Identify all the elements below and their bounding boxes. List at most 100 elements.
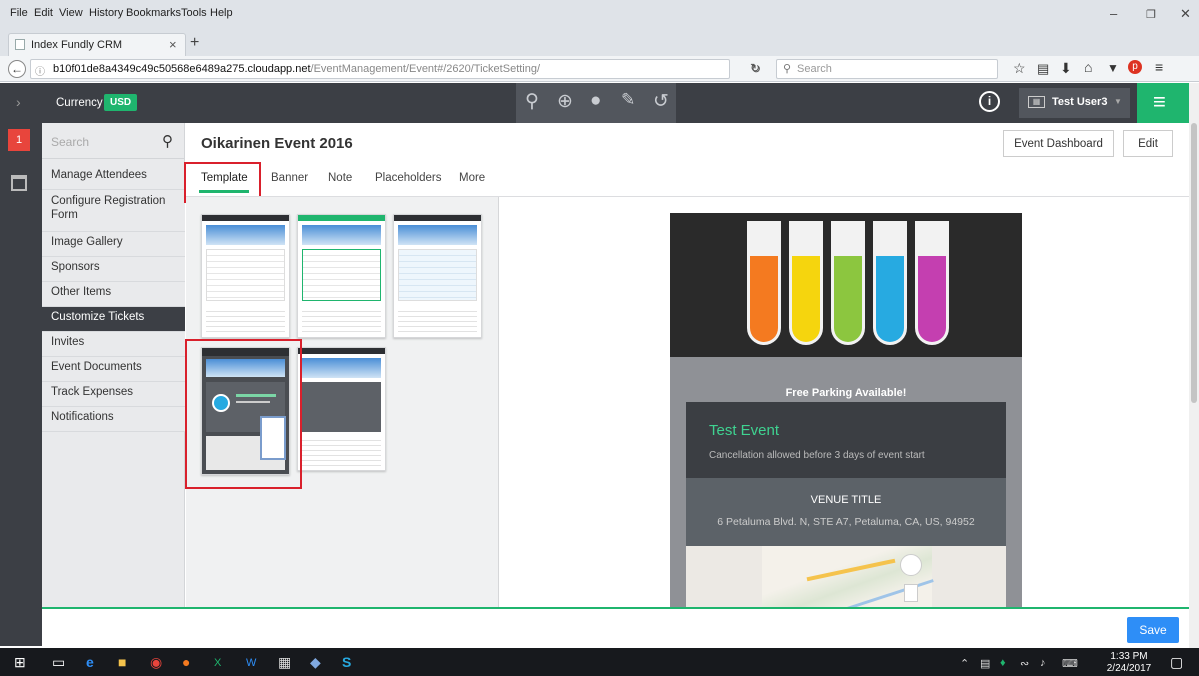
thumb-header [394,215,481,221]
minimize-icon[interactable]: – [1110,6,1117,21]
event-dashboard-button[interactable]: Event Dashboard [1003,130,1114,157]
bookmark-star-icon[interactable]: ☆ [1013,60,1026,77]
action-center-icon[interactable]: ▢ [1170,654,1183,671]
scrollbar-thumb[interactable] [1191,123,1197,403]
reload-icon[interactable]: ↻ [750,61,760,75]
notification-badge[interactable]: 1 [8,129,30,151]
browser-search-field[interactable]: ⚲ Search [776,59,998,79]
main-menu-button[interactable]: ≡ [1137,83,1189,123]
reading-list-icon[interactable]: ▤ [1037,61,1049,77]
music-app-icon[interactable]: ◉ [150,654,162,671]
download-icon[interactable]: ⬇ [1060,60,1072,77]
sidebar-item-track-expenses[interactable]: Track Expenses [42,382,185,407]
skype-icon[interactable]: S [342,654,351,670]
preview-banner [670,213,1022,357]
tab-placeholders[interactable]: Placeholders [375,172,441,184]
calendar-icon[interactable] [11,175,27,191]
map-pan-control[interactable] [900,554,922,576]
info-icon[interactable]: ⓘ [35,63,45,78]
tab-more[interactable]: More [459,172,485,184]
preview-event-card: Test Event Cancellation allowed before 3… [686,402,1006,478]
sidebar-item-configure-registration-form[interactable]: Configure Registration Form [42,190,185,232]
sidebar-search[interactable]: Search ⚲ [42,129,185,159]
history-icon[interactable]: ↺ [653,90,669,113]
test-tube-1 [747,221,781,345]
task-view-icon[interactable]: ▭ [52,654,65,671]
network-icon[interactable]: ▤ [980,657,990,670]
clock-time[interactable]: 1:33 PM [1104,651,1154,662]
excel-icon[interactable]: X [214,657,221,669]
windows-start-icon[interactable]: ⊞ [14,654,26,671]
tab-note[interactable]: Note [328,172,352,184]
tray-app-icon[interactable]: ♦ [1000,657,1006,669]
word-icon[interactable]: W [246,657,256,669]
menu-file[interactable]: File [10,7,28,19]
wifi-icon[interactable]: ∾ [1020,657,1029,670]
sidebar-item-other-items[interactable]: Other Items [42,282,185,307]
thumb-details [302,307,381,333]
edit-button[interactable]: Edit [1123,130,1173,157]
close-window-icon[interactable]: ✕ [1180,6,1191,22]
sidebar-item-event-documents[interactable]: Event Documents [42,357,185,382]
edge-icon[interactable]: e [86,654,94,670]
currency-badge[interactable]: USD [104,94,138,111]
sidebar-item-manage-attendees[interactable]: Manage Attendees [42,165,185,190]
ticket-icon[interactable]: ✎ [621,90,635,110]
hamburger-icon: ≡ [1153,89,1166,114]
home-icon[interactable]: ⌂ [1084,59,1092,75]
close-tab-icon[interactable]: × [169,37,177,52]
tube-liquid [876,256,904,342]
sidebar-item-customize-tickets[interactable]: Customize Tickets [42,307,185,332]
tray-chevron-icon[interactable]: ⌃ [960,657,969,670]
add-circle-icon[interactable]: ⊕ [557,90,573,113]
user-menu[interactable]: ▦ Test User3 ▼ [1019,88,1130,118]
menu-edit[interactable]: Edit [34,7,53,19]
search-icon[interactable]: ⚲ [525,90,539,113]
menu-tools[interactable]: Tools [181,7,207,19]
url-field[interactable]: ⓘ b10f01de8a4349c49c50568e6489a275.cloud… [30,59,761,79]
preview-venue: VENUE TITLE 6 Petaluma Blvd. N, STE A7, … [686,478,1006,546]
thumb-details [398,307,477,333]
map-zoom-control[interactable] [904,584,918,602]
app-icon[interactable]: ◆ [310,654,321,671]
new-tab-icon[interactable]: + [190,34,199,52]
thumb-banner-image [302,358,381,378]
tab-banner[interactable]: Banner [271,172,308,184]
user-icon[interactable]: ● [590,90,601,112]
footer-bar [42,609,1189,646]
restore-icon[interactable]: ❐ [1146,8,1156,21]
back-icon[interactable]: ← [8,60,26,78]
preview-venue-title: VENUE TITLE [810,494,882,506]
expand-rail-icon[interactable]: › [16,94,21,110]
clock-date[interactable]: 2/24/2017 [1104,663,1154,674]
menu-view[interactable]: View [59,7,83,19]
menu-bookmarks[interactable]: Bookmarks [126,7,181,19]
sidebar-item-notifications[interactable]: Notifications [42,407,185,432]
sidebar-item-sponsors[interactable]: Sponsors [42,257,185,282]
user-card-icon: ▦ [1028,96,1045,108]
info-circle-icon[interactable]: i [979,91,1000,112]
thumb-banner-image [302,225,381,245]
chevron-down-icon: ▼ [1114,97,1122,106]
volume-icon[interactable]: ♪ [1040,657,1046,669]
template-thumb-5[interactable] [297,347,386,471]
firefox-icon[interactable]: ● [182,654,190,670]
template-thumb-1[interactable] [201,214,290,338]
page-scrollbar[interactable] [1189,83,1199,648]
pinterest-icon[interactable]: p [1128,60,1142,74]
save-button[interactable]: Save [1127,617,1179,643]
sidebar-item-image-gallery[interactable]: Image Gallery [42,232,185,257]
template-thumb-3[interactable] [393,214,482,338]
menu-history[interactable]: History [89,7,123,19]
test-tube-4 [873,221,907,345]
keyboard-icon[interactable]: ⌨ [1062,657,1078,670]
browser-tab[interactable]: Index Fundly CRM × [8,33,186,56]
tube-liquid [918,256,946,342]
template-thumb-2[interactable] [297,214,386,338]
pocket-icon[interactable]: ▼ [1107,61,1119,75]
calculator-icon[interactable]: ▦ [278,654,291,671]
menu-help[interactable]: Help [210,7,233,19]
sidebar-item-invites[interactable]: Invites [42,332,185,357]
file-explorer-icon[interactable]: ■ [118,654,126,670]
hamburger-menu-icon[interactable]: ≡ [1155,59,1163,75]
